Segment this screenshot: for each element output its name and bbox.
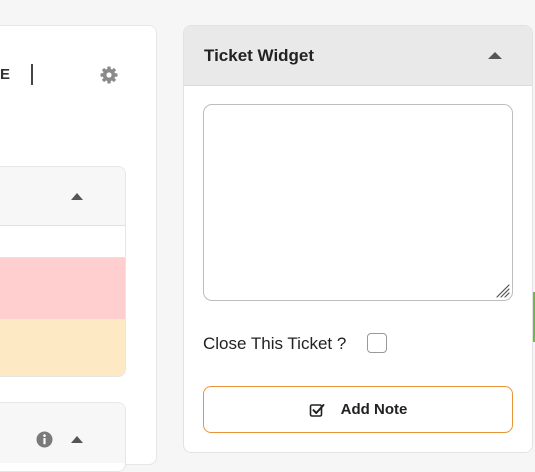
widget-title: Ticket Widget	[204, 46, 315, 65]
check-square-icon	[309, 402, 325, 418]
left-header-text: E	[0, 66, 12, 83]
ticket-widget: Ticket Widget Close This Ticket ? Add No…	[183, 25, 533, 453]
add-note-label: Add Note	[340, 401, 408, 418]
left-card-subheader	[0, 226, 125, 306]
table-row[interactable]	[0, 258, 125, 319]
table-row[interactable]	[0, 319, 125, 376]
caret-up-icon[interactable]	[71, 193, 83, 200]
resize-grip-icon[interactable]	[494, 282, 510, 298]
note-textarea[interactable]	[203, 104, 513, 301]
caret-up-icon[interactable]	[71, 436, 83, 443]
close-ticket-checkbox[interactable]	[367, 333, 387, 353]
left-card-secondary-header	[0, 403, 125, 463]
widget-header: Ticket Widget	[184, 26, 532, 86]
gear-icon[interactable]	[99, 65, 119, 85]
close-ticket-label: Close This Ticket ?	[203, 334, 347, 353]
left-card	[0, 166, 126, 377]
left-card-secondary	[0, 402, 126, 472]
info-icon[interactable]	[36, 431, 53, 448]
collapse-caret-icon[interactable]	[488, 52, 502, 59]
header-divider	[31, 64, 33, 85]
add-note-button[interactable]: Add Note	[203, 386, 513, 433]
left-card-header	[0, 167, 125, 226]
